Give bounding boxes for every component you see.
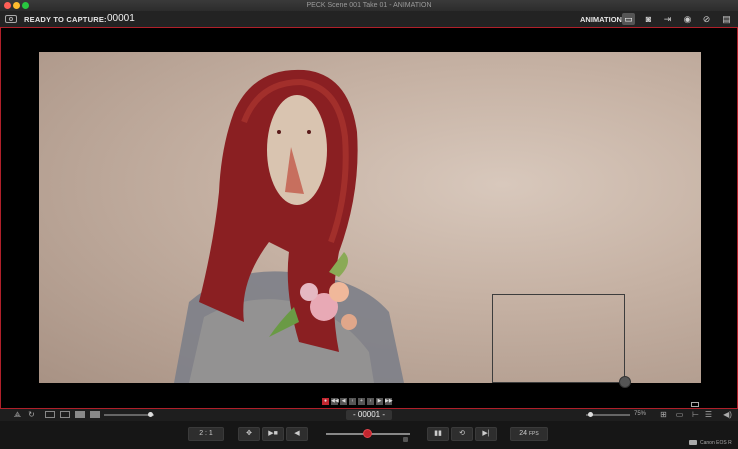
camera-status-icon (689, 440, 697, 445)
monitor-icon[interactable]: ▭ (622, 13, 635, 25)
loop-button[interactable]: ⟲ (451, 427, 473, 441)
fps-button[interactable]: 24 FPS (510, 427, 548, 441)
volume-icon[interactable]: ◀) (722, 410, 733, 419)
guide-resize-handle[interactable] (619, 376, 631, 388)
view-single-icon[interactable] (45, 411, 55, 418)
safe-area-guide[interactable] (492, 294, 625, 383)
window-title: PECK Scene 001 Take 01 - ANIMATION (306, 2, 432, 9)
focus-icon[interactable]: ◉ (681, 13, 694, 25)
onion-skin-icon[interactable]: ⟁ (12, 410, 23, 419)
frame-marker-icon (691, 402, 699, 407)
record-icon[interactable]: ● (322, 398, 329, 405)
aspect-ratio-icon[interactable]: ▭ (674, 410, 685, 419)
capture-status-label: READY TO CAPTURE: (24, 15, 107, 24)
previous-icon[interactable]: ◀ (340, 398, 347, 405)
ratio-button[interactable]: 2 : 1 (188, 427, 224, 441)
step-forward-icon[interactable]: › (367, 398, 374, 405)
zoom-slider-thumb[interactable] (588, 412, 593, 417)
play-button[interactable]: ▶| (475, 427, 497, 441)
fps-unit: FPS (529, 431, 539, 437)
move-icon[interactable]: ✥ (238, 427, 260, 441)
opacity-slider[interactable] (104, 414, 154, 416)
view-grid-icon[interactable] (60, 411, 70, 418)
frame-counter: 00001 (107, 13, 135, 24)
split-view-icon[interactable]: ⊢ (690, 410, 701, 419)
playback-slider-thumb[interactable] (363, 429, 372, 438)
refresh-icon[interactable]: ↻ (26, 410, 37, 419)
list-icon[interactable]: ☰ (703, 410, 714, 419)
control-row: ⟁ ↻ - 00001 - 75% ⊞ ▭ ⊢ ☰ ◀) (0, 409, 738, 421)
zoom-label: 75% (634, 411, 647, 417)
fps-value: 24 (519, 430, 528, 437)
playback-end-marker (403, 437, 408, 442)
timeline-icon[interactable]: ⇥ (661, 13, 674, 25)
loop-icon[interactable]: + (358, 398, 365, 405)
view-compare-icon[interactable] (75, 411, 85, 418)
bottom-bar: 2 : 1 ✥ ▶■ ◀ ▮▮ ⟲ ▶| 24 FPS Canon EOS R (0, 421, 738, 449)
last-frame-icon[interactable]: ▶▶ (385, 398, 393, 405)
play-icon[interactable]: ▶ (376, 398, 383, 405)
capture-toggle-icon[interactable]: ▮▮ (427, 427, 449, 441)
camera-label: Canon EOS R (700, 440, 732, 446)
capture-stage (0, 27, 738, 409)
step-back-icon[interactable]: ‹ (349, 398, 356, 405)
no-onion-icon[interactable]: ⊘ (700, 13, 713, 25)
capture-status-icon (5, 15, 17, 23)
view-full-icon[interactable] (90, 411, 100, 418)
mode-label[interactable]: ANIMATION (580, 15, 622, 24)
step-back-button[interactable]: ◀ (286, 427, 308, 441)
video-icon[interactable]: ▶■ (262, 427, 284, 441)
top-toolbar: READY TO CAPTURE: 00001 ANIMATION ▭ ◙ ⇥ … (0, 11, 738, 28)
playback-nav-strip: ● ◀◀ ◀ ‹ + › ▶ ▶▶ (322, 398, 393, 405)
opacity-slider-thumb[interactable] (148, 412, 153, 417)
layers-icon[interactable]: ▤ (720, 13, 733, 25)
frame-navigator[interactable]: - 00001 - (346, 410, 392, 420)
first-frame-icon[interactable]: ◀◀ (331, 398, 339, 405)
camera-icon[interactable]: ◙ (642, 13, 655, 25)
grid-overlay-icon[interactable]: ⊞ (658, 410, 669, 419)
